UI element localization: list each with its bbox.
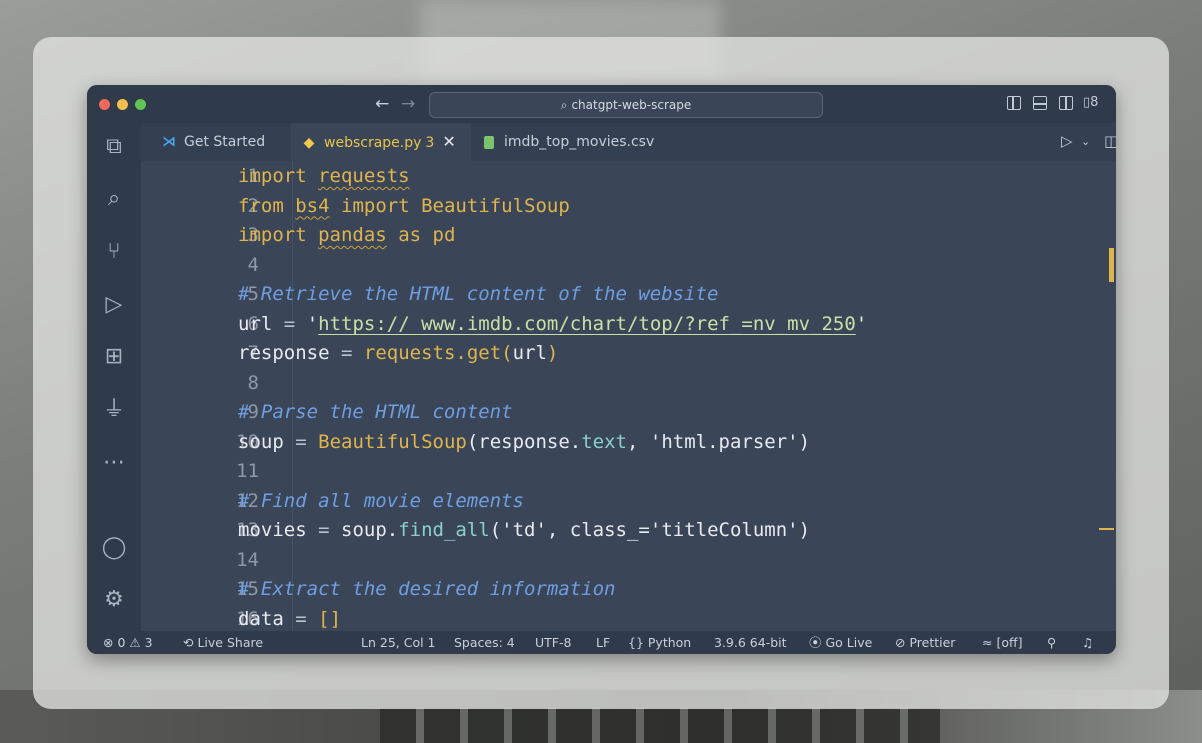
- editor-tabs: ⋊ Get Started ◆ webscrape.py 3 ✕ imdb_top_mo…: [141, 123, 1116, 161]
- line-number: 8: [247, 371, 259, 394]
- code-line: 3 import pandas as pd: [141, 220, 1116, 250]
- error-icon: ⊗: [103, 635, 114, 650]
- line-number: 11: [236, 460, 259, 482]
- comment: # Find all movie elements: [238, 489, 524, 512]
- feedback-icon[interactable]: ⚲: [1047, 631, 1056, 654]
- code-line: 16 data = []: [141, 604, 1116, 632]
- run-options-chevron-icon[interactable]: ⌄: [1081, 135, 1090, 148]
- warning-icon: ⚠: [129, 635, 141, 650]
- notifications-bell-icon[interactable]: ♫: [1082, 631, 1093, 654]
- code-line: 15 # Extract the desired information: [141, 574, 1116, 604]
- scrollbar-thumb[interactable]: [1109, 248, 1114, 282]
- code-line: 4: [141, 250, 1116, 280]
- wifi-icon: ≈: [982, 635, 993, 650]
- problem-count-badge: 3: [425, 135, 435, 151]
- copilot-status[interactable]: ≈ [off]: [982, 631, 1022, 654]
- command-center-search[interactable]: ⌕ chatgpt-web-scrape: [429, 92, 823, 118]
- run-python-file-icon[interactable]: ▷: [1061, 132, 1073, 150]
- forward-arrow-icon[interactable]: →: [401, 94, 415, 114]
- explorer-icon[interactable]: ⧉: [100, 133, 128, 161]
- comment: # Extract the desired information: [238, 578, 616, 600]
- close-tab-icon[interactable]: ✕: [442, 132, 455, 151]
- broadcast-icon: ⦿: [809, 635, 822, 650]
- live-share-icon: ⟲: [183, 635, 194, 650]
- zoom-window-button[interactable]: [135, 99, 146, 110]
- split-editor-icon[interactable]: ◫: [1104, 132, 1116, 150]
- line-ending[interactable]: LF: [596, 631, 610, 654]
- settings-gear-icon[interactable]: ⚙: [100, 586, 128, 614]
- code-line: 14: [141, 545, 1116, 575]
- go-live-button[interactable]: ⦿ Go Live: [809, 631, 872, 654]
- overview-ruler-marker: [1099, 528, 1114, 530]
- more-views-icon[interactable]: ⋯: [100, 449, 128, 477]
- code-line: 8: [141, 368, 1116, 398]
- status-bar: ⊗ 0 ⚠ 3 ⟲ Live Share Ln 25, Col 1 Spaces…: [87, 631, 1116, 654]
- code-line: 11: [141, 456, 1116, 486]
- python-interpreter[interactable]: 3.9.6 64-bit: [714, 631, 787, 654]
- url-link: https:// www.imdb.com/chart/top/?ref_=nv…: [318, 312, 856, 335]
- live-share-button[interactable]: ⟲ Live Share: [183, 631, 263, 654]
- code-line: 13 movies = soup.find_all('td', class_='…: [141, 515, 1116, 545]
- code-editor[interactable]: 1 import requests 2 from bs4 import Beau…: [141, 161, 1116, 631]
- comment: # Parse the HTML content: [238, 401, 513, 423]
- close-window-button[interactable]: [99, 99, 110, 110]
- line-number: 14: [236, 548, 259, 571]
- braces-icon: {}: [628, 635, 644, 650]
- code-line: 1 import requests: [141, 161, 1116, 191]
- background-keyboard: [380, 708, 940, 743]
- search-view-icon[interactable]: ⌕: [100, 185, 128, 213]
- search-icon: ⌕: [560, 98, 568, 112]
- code-line: 12 # Find all movie elements: [141, 486, 1116, 516]
- code-line: 10 soup = BeautifulSoup(response.text, '…: [141, 427, 1116, 457]
- code-line: 5 # Retrieve the HTML content of the web…: [141, 279, 1116, 309]
- tab-imdb-top-movies-csv[interactable]: imdb_top_movies.csv: [471, 123, 691, 161]
- customize-layout-icon[interactable]: ▯8: [1083, 95, 1098, 110]
- prettier-button[interactable]: ⊘ Prettier: [895, 631, 955, 654]
- run-debug-icon[interactable]: ▷: [100, 291, 128, 319]
- encoding[interactable]: UTF-8: [535, 631, 571, 654]
- indentation[interactable]: Spaces: 4: [454, 631, 515, 654]
- toggle-secondary-sidebar-icon[interactable]: [1059, 96, 1073, 110]
- code-line: 7 response = requests.get(url): [141, 338, 1116, 368]
- line-number: 4: [247, 253, 259, 276]
- language-mode[interactable]: {} Python: [628, 631, 691, 654]
- accounts-icon[interactable]: ◯: [100, 534, 128, 562]
- extensions-icon[interactable]: ⊞: [100, 343, 128, 371]
- tab-get-started[interactable]: ⋊ Get Started: [151, 123, 291, 161]
- csv-file-icon: [481, 123, 497, 161]
- tab-webscrape-py[interactable]: ◆ webscrape.py 3 ✕: [291, 123, 471, 161]
- activity-bar: ⧉ ⌕ ⑂ ▷ ⊞ ⏚ ⋯ ◯ ⚙: [87, 123, 141, 631]
- source-control-icon[interactable]: ⑂: [100, 238, 128, 266]
- vscode-icon: ⋊: [162, 134, 176, 150]
- prettier-icon: ⊘: [895, 635, 906, 650]
- back-arrow-icon[interactable]: ←: [375, 94, 389, 114]
- search-text: chatgpt-web-scrape: [571, 98, 692, 112]
- python-icon: ◆: [303, 135, 315, 151]
- problems-indicator[interactable]: ⊗ 0 ⚠ 3: [103, 631, 153, 654]
- minimize-window-button[interactable]: [117, 99, 128, 110]
- testing-flask-icon[interactable]: ⏚: [100, 396, 128, 424]
- tab-label: imdb_top_movies.csv: [504, 134, 655, 150]
- tab-label: Get Started: [184, 134, 266, 150]
- cursor-position[interactable]: Ln 25, Col 1: [361, 631, 436, 654]
- code-line: 9 # Parse the HTML content: [141, 397, 1116, 427]
- tab-label: webscrape.py: [324, 135, 422, 151]
- title-bar: ← → ⌕ chatgpt-web-scrape ▯8: [87, 85, 1116, 123]
- editor-window: ← → ⌕ chatgpt-web-scrape ▯8 ⧉ ⌕ ⑂ ▷ ⊞ ⏚ ⋯…: [87, 85, 1116, 654]
- toggle-panel-icon[interactable]: [1033, 96, 1047, 110]
- comment: # Retrieve the HTML content of the websi…: [238, 283, 719, 305]
- code-line: 6 url = 'https:// www.imdb.com/chart/top…: [141, 309, 1116, 339]
- code-line: 2 from bs4 import BeautifulSoup: [141, 191, 1116, 221]
- toggle-sidebar-icon[interactable]: [1007, 96, 1021, 110]
